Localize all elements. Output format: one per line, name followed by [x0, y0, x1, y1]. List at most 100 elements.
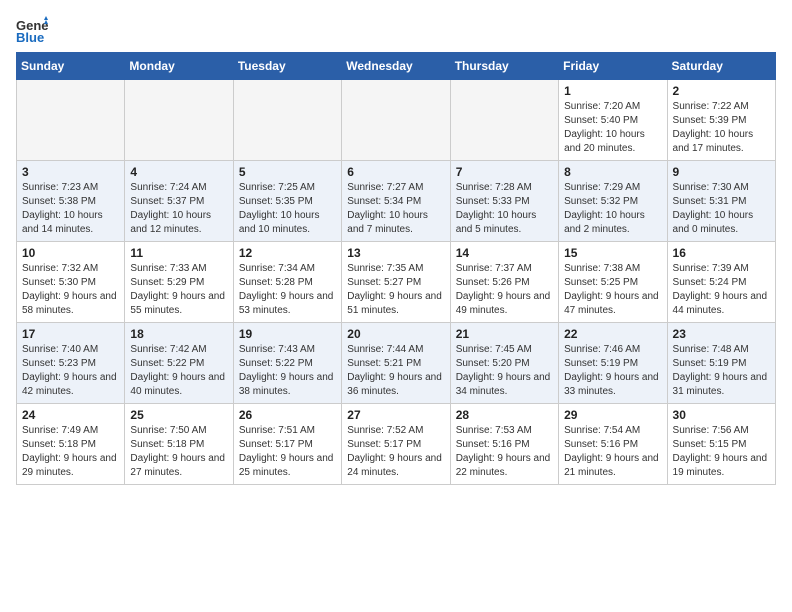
day-info: Sunrise: 7:45 AM Sunset: 5:20 PM Dayligh… [456, 343, 553, 399]
day-number: 3 [22, 165, 119, 179]
day-number: 20 [347, 327, 444, 341]
day-info: Sunrise: 7:53 AM Sunset: 5:16 PM Dayligh… [456, 424, 553, 480]
day-number: 17 [22, 327, 119, 341]
day-info: Sunrise: 7:50 AM Sunset: 5:18 PM Dayligh… [130, 424, 227, 480]
day-info: Sunrise: 7:30 AM Sunset: 5:31 PM Dayligh… [673, 181, 770, 237]
day-info: Sunrise: 7:23 AM Sunset: 5:38 PM Dayligh… [22, 181, 119, 237]
day-info: Sunrise: 7:35 AM Sunset: 5:27 PM Dayligh… [347, 262, 444, 318]
day-number: 16 [673, 246, 770, 260]
calendar-week-1: 1 Sunrise: 7:20 AM Sunset: 5:40 PM Daylig… [17, 80, 776, 161]
day-info: Sunrise: 7:44 AM Sunset: 5:21 PM Dayligh… [347, 343, 444, 399]
calendar-week-3: 10Sunrise: 7:32 AM Sunset: 5:30 PM Dayli… [17, 242, 776, 323]
day-info: Sunrise: 7:20 AM Sunset: 5:40 PM Dayligh… [564, 100, 661, 156]
calendar-cell: 23 Sunrise: 7:48 AM Sunset: 5:19 PM Dayli… [667, 323, 775, 404]
day-number: 6 [347, 165, 444, 179]
weekday-header-wednesday: Wednesday [342, 53, 450, 80]
day-info: Sunrise: 7:54 AM Sunset: 5:16 PM Dayligh… [564, 424, 661, 480]
logo-icon: General Blue [16, 16, 48, 44]
calendar-cell: 9 Sunrise: 7:30 AM Sunset: 5:31 PM Daylig… [667, 161, 775, 242]
day-info: Sunrise: 7:56 AM Sunset: 5:15 PM Dayligh… [673, 424, 770, 480]
day-info: Sunrise: 7:28 AM Sunset: 5:33 PM Dayligh… [456, 181, 553, 237]
calendar-cell: 25Sunrise: 7:50 AM Sunset: 5:18 PM Dayli… [125, 404, 233, 485]
calendar-cell: 18 Sunrise: 7:42 AM Sunset: 5:22 PM Dayli… [125, 323, 233, 404]
page-header: General Blue [16, 16, 776, 44]
calendar-cell: 5Sunrise: 7:25 AM Sunset: 5:35 PM Daylig… [233, 161, 341, 242]
day-number: 26 [239, 408, 336, 422]
calendar-cell: 14Sunrise: 7:37 AM Sunset: 5:26 PM Dayli… [450, 242, 558, 323]
day-number: 13 [347, 246, 444, 260]
day-number: 14 [456, 246, 553, 260]
day-number: 23 [673, 327, 770, 341]
logo: General Blue [16, 16, 48, 44]
day-info: Sunrise: 7:43 AM Sunset: 5:22 PM Dayligh… [239, 343, 336, 399]
day-number: 30 [673, 408, 770, 422]
day-info: Sunrise: 7:52 AM Sunset: 5:17 PM Dayligh… [347, 424, 444, 480]
calendar-cell: 17 Sunrise: 7:40 AM Sunset: 5:23 PM Dayli… [17, 323, 125, 404]
day-info: Sunrise: 7:49 AM Sunset: 5:18 PM Dayligh… [22, 424, 119, 480]
calendar-cell [17, 80, 125, 161]
day-number: 11 [130, 246, 227, 260]
calendar-cell: 8 Sunrise: 7:29 AM Sunset: 5:32 PM Daylig… [559, 161, 667, 242]
calendar-cell: 12 Sunrise: 7:34 AM Sunset: 5:28 PM Dayli… [233, 242, 341, 323]
calendar-week-5: 24 Sunrise: 7:49 AM Sunset: 5:18 PM Dayli… [17, 404, 776, 485]
weekday-header-tuesday: Tuesday [233, 53, 341, 80]
calendar-cell: 1 Sunrise: 7:20 AM Sunset: 5:40 PM Daylig… [559, 80, 667, 161]
calendar-header-row: SundayMondayTuesdayWednesdayThursdayFrid… [17, 53, 776, 80]
day-number: 19 [239, 327, 336, 341]
day-info: Sunrise: 7:34 AM Sunset: 5:28 PM Dayligh… [239, 262, 336, 318]
day-info: Sunrise: 7:32 AM Sunset: 5:30 PM Dayligh… [22, 262, 119, 318]
weekday-header-thursday: Thursday [450, 53, 558, 80]
calendar-week-2: 3 Sunrise: 7:23 AM Sunset: 5:38 PM Daylig… [17, 161, 776, 242]
day-number: 21 [456, 327, 553, 341]
day-number: 2 [673, 84, 770, 98]
day-number: 8 [564, 165, 661, 179]
calendar-cell: 26 Sunrise: 7:51 AM Sunset: 5:17 PM Dayli… [233, 404, 341, 485]
calendar-table: SundayMondayTuesdayWednesdayThursdayFrid… [16, 52, 776, 485]
calendar-cell [342, 80, 450, 161]
calendar-cell: 13 Sunrise: 7:35 AM Sunset: 5:27 PM Dayli… [342, 242, 450, 323]
day-number: 29 [564, 408, 661, 422]
calendar-cell: 11Sunrise: 7:33 AM Sunset: 5:29 PM Dayli… [125, 242, 233, 323]
day-number: 18 [130, 327, 227, 341]
day-info: Sunrise: 7:27 AM Sunset: 5:34 PM Dayligh… [347, 181, 444, 237]
day-number: 9 [673, 165, 770, 179]
calendar-cell: 7Sunrise: 7:28 AM Sunset: 5:33 PM Daylig… [450, 161, 558, 242]
calendar-cell: 28 Sunrise: 7:53 AM Sunset: 5:16 PM Dayli… [450, 404, 558, 485]
day-info: Sunrise: 7:38 AM Sunset: 5:25 PM Dayligh… [564, 262, 661, 318]
calendar-cell: 3 Sunrise: 7:23 AM Sunset: 5:38 PM Daylig… [17, 161, 125, 242]
day-number: 24 [22, 408, 119, 422]
weekday-header-sunday: Sunday [17, 53, 125, 80]
calendar-week-4: 17 Sunrise: 7:40 AM Sunset: 5:23 PM Dayli… [17, 323, 776, 404]
day-info: Sunrise: 7:46 AM Sunset: 5:19 PM Dayligh… [564, 343, 661, 399]
weekday-header-monday: Monday [125, 53, 233, 80]
day-number: 22 [564, 327, 661, 341]
day-number: 12 [239, 246, 336, 260]
calendar-cell: 21 Sunrise: 7:45 AM Sunset: 5:20 PM Dayli… [450, 323, 558, 404]
day-info: Sunrise: 7:42 AM Sunset: 5:22 PM Dayligh… [130, 343, 227, 399]
day-info: Sunrise: 7:29 AM Sunset: 5:32 PM Dayligh… [564, 181, 661, 237]
calendar-cell: 16 Sunrise: 7:39 AM Sunset: 5:24 PM Dayli… [667, 242, 775, 323]
calendar-cell: 22 Sunrise: 7:46 AM Sunset: 5:19 PM Dayli… [559, 323, 667, 404]
calendar-cell: 24 Sunrise: 7:49 AM Sunset: 5:18 PM Dayli… [17, 404, 125, 485]
calendar-cell: 6 Sunrise: 7:27 AM Sunset: 5:34 PM Daylig… [342, 161, 450, 242]
day-info: Sunrise: 7:39 AM Sunset: 5:24 PM Dayligh… [673, 262, 770, 318]
calendar-cell: 29 Sunrise: 7:54 AM Sunset: 5:16 PM Dayli… [559, 404, 667, 485]
day-number: 4 [130, 165, 227, 179]
calendar-cell [450, 80, 558, 161]
calendar-cell: 30 Sunrise: 7:56 AM Sunset: 5:15 PM Dayli… [667, 404, 775, 485]
weekday-header-friday: Friday [559, 53, 667, 80]
calendar-cell: 15Sunrise: 7:38 AM Sunset: 5:25 PM Dayli… [559, 242, 667, 323]
day-number: 27 [347, 408, 444, 422]
calendar-cell [125, 80, 233, 161]
calendar-cell: 27 Sunrise: 7:52 AM Sunset: 5:17 PM Dayli… [342, 404, 450, 485]
day-number: 1 [564, 84, 661, 98]
day-info: Sunrise: 7:48 AM Sunset: 5:19 PM Dayligh… [673, 343, 770, 399]
day-info: Sunrise: 7:40 AM Sunset: 5:23 PM Dayligh… [22, 343, 119, 399]
weekday-header-saturday: Saturday [667, 53, 775, 80]
calendar-cell: 10Sunrise: 7:32 AM Sunset: 5:30 PM Dayli… [17, 242, 125, 323]
day-info: Sunrise: 7:22 AM Sunset: 5:39 PM Dayligh… [673, 100, 770, 156]
calendar-cell: 20 Sunrise: 7:44 AM Sunset: 5:21 PM Dayli… [342, 323, 450, 404]
calendar-cell: 19 Sunrise: 7:43 AM Sunset: 5:22 PM Dayli… [233, 323, 341, 404]
day-info: Sunrise: 7:51 AM Sunset: 5:17 PM Dayligh… [239, 424, 336, 480]
day-number: 28 [456, 408, 553, 422]
